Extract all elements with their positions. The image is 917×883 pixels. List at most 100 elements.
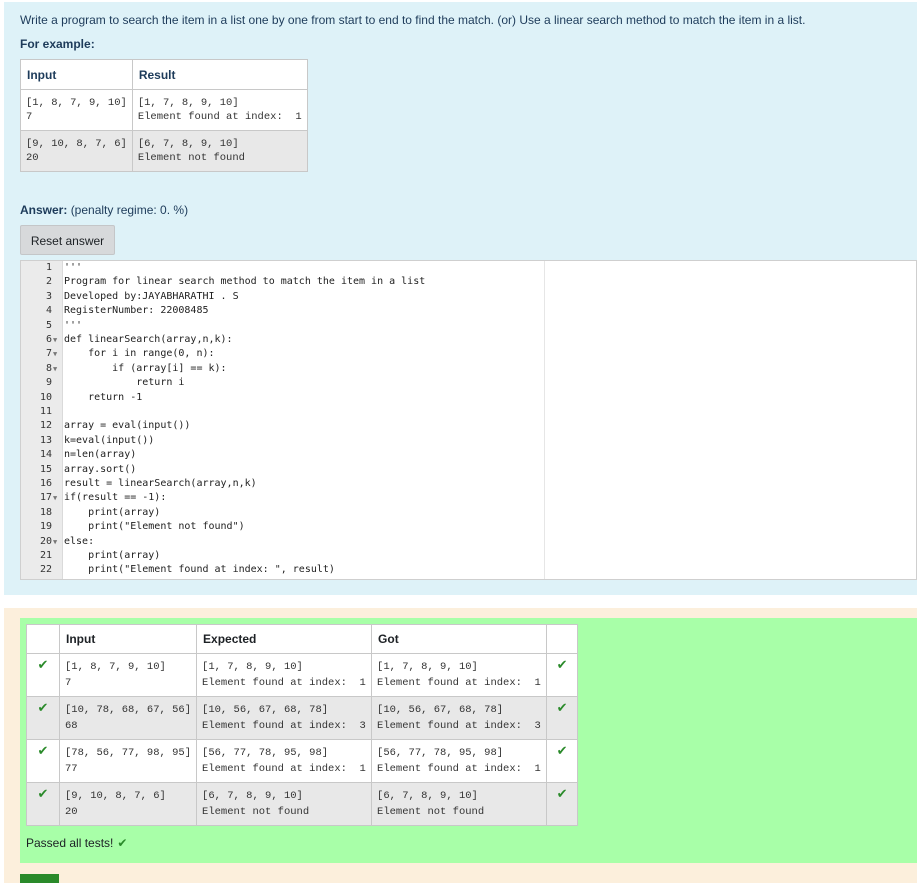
code-text: Developed by:JAYABHARATHI . S: [64, 290, 239, 302]
code-text: RegisterNumber: 22008485: [64, 305, 209, 317]
result-got: [6, 7, 8, 9, 10] Element not found: [371, 782, 548, 826]
result-row: ✔ [78, 56, 77, 98, 95] 77 [56, 77, 78, 9…: [26, 739, 579, 783]
check-icon: ✔: [117, 836, 128, 850]
line-number: 20: [39, 535, 52, 547]
result-expected: [1, 7, 8, 9, 10] Element found at index:…: [196, 653, 373, 697]
check-icon: ✔: [546, 782, 579, 826]
example-input: [9, 10, 8, 7, 6] 20: [20, 130, 133, 172]
example-result: [1, 7, 8, 9, 10] Element found at index:…: [131, 89, 308, 131]
code-text: for i in range(0, n):: [64, 348, 215, 360]
code-text: n=len(array): [64, 449, 137, 461]
examples-header-result: Result: [131, 59, 308, 90]
finish-button-edge[interactable]: [20, 874, 59, 883]
line-number: 19: [39, 521, 52, 533]
results-table: Input Expected Got ✔ [1, 8, 7, 9, 10] 7 …: [26, 624, 579, 826]
code-line[interactable]: 11: [21, 405, 916, 419]
line-number: 1: [45, 262, 52, 273]
question-panel: Write a program to search the item in a …: [4, 2, 917, 595]
code-line[interactable]: 2 Program for linear search method to mat…: [21, 275, 916, 289]
line-number: 9: [45, 377, 52, 389]
result-input: [10, 78, 68, 67, 56] 68: [58, 696, 198, 740]
code-line[interactable]: 15 array.sort(): [21, 463, 916, 477]
example-input: [1, 8, 7, 9, 10] 7: [20, 89, 133, 131]
example-result: [6, 7, 8, 9, 10] Element not found: [131, 130, 308, 172]
code-line[interactable]: 22 print("Element found at index: ", res…: [21, 563, 916, 577]
fold-arrow-icon[interactable]: ▼: [53, 347, 57, 361]
result-row: ✔ [9, 10, 8, 7, 6] 20 [6, 7, 8, 9, 10] E…: [26, 782, 579, 826]
code-text: k=eval(input()): [64, 434, 155, 446]
code-line[interactable]: 13 k=eval(input()): [21, 434, 916, 448]
code-text: ''': [64, 319, 83, 331]
line-number: 14: [39, 449, 52, 461]
code-line[interactable]: 3 Developed by:JAYABHARATHI . S: [21, 290, 916, 304]
fold-arrow-icon[interactable]: ▼: [53, 535, 57, 549]
code-line[interactable]: 20 ▼ else:: [21, 535, 916, 549]
code-line[interactable]: 4 RegisterNumber: 22008485: [21, 304, 916, 318]
code-line[interactable]: 9 return i: [21, 376, 916, 390]
result-row: ✔ [10, 78, 68, 67, 56] 68 [10, 56, 67, 6…: [26, 696, 579, 740]
code-text: print(array): [64, 550, 161, 561]
line-number: 3: [45, 290, 52, 302]
code-line[interactable]: 10 return -1: [21, 391, 916, 405]
result-expected: [56, 77, 78, 95, 98] Element found at in…: [196, 739, 373, 783]
fold-arrow-icon[interactable]: ▼: [53, 491, 57, 505]
code-line[interactable]: 14 n=len(array): [21, 448, 916, 462]
fold-arrow-icon[interactable]: ▼: [53, 333, 57, 347]
code-line[interactable]: 19 print("Element not found"): [21, 520, 916, 534]
results-header-got: Got: [371, 624, 548, 654]
reset-answer-button[interactable]: Reset answer: [20, 225, 115, 255]
passed-message: Passed all tests! ✔: [26, 836, 127, 850]
check-icon: ✔: [26, 782, 60, 826]
code-text: return i: [64, 377, 185, 389]
code-line[interactable]: 6 ▼ def linearSearch(array,n,k):: [21, 333, 916, 347]
check-icon: ✔: [26, 696, 60, 740]
line-number: 7: [45, 348, 52, 360]
result-got: [10, 56, 67, 68, 78] Element found at in…: [371, 696, 548, 740]
line-number: 15: [39, 463, 52, 475]
line-number: 21: [39, 550, 52, 561]
result-row: ✔ [1, 8, 7, 9, 10] 7 [1, 7, 8, 9, 10] El…: [26, 653, 579, 697]
code-text: if(result == -1):: [64, 492, 167, 504]
line-number: 18: [39, 506, 52, 518]
code-line[interactable]: 21 print(array): [21, 549, 916, 563]
code-text: array = eval(input()): [64, 420, 191, 432]
check-icon: ✔: [546, 739, 579, 783]
code-line[interactable]: 12 array = eval(input()): [21, 419, 916, 433]
code-text: def linearSearch(array,n,k):: [64, 334, 233, 345]
results-header-expected: Expected: [196, 624, 373, 654]
code-line[interactable]: 7 ▼ for i in range(0, n):: [21, 347, 916, 361]
code-text: print(array): [64, 506, 161, 518]
code-line[interactable]: 16 result = linearSearch(array,n,k): [21, 477, 916, 491]
code-line[interactable]: 18 print(array): [21, 506, 916, 520]
result-panel: Input Expected Got ✔ [1, 8, 7, 9, 10] 7 …: [4, 608, 917, 883]
code-line[interactable]: 17 ▼ if(result == -1):: [21, 491, 916, 505]
line-number: 4: [45, 305, 52, 317]
fold-arrow-icon[interactable]: ▼: [53, 362, 57, 376]
line-number: 10: [39, 391, 52, 403]
examples-header-input: Input: [20, 59, 133, 90]
answer-title: Answer:: [20, 203, 68, 217]
for-example-label: For example:: [20, 37, 95, 51]
code-editor[interactable]: 1 ''' 2 Program for linear search method to…: [20, 260, 917, 580]
results-header-input: Input: [58, 624, 198, 654]
line-number: 17: [39, 492, 52, 504]
line-number: 12: [39, 420, 52, 432]
example-row: [1, 8, 7, 9, 10] 7 [1, 7, 8, 9, 10] Elem…: [20, 89, 308, 131]
results-header-mark: [546, 624, 579, 654]
code-text: array.sort(): [64, 463, 137, 475]
code-line[interactable]: 5 ''': [21, 319, 916, 333]
code-text: result = linearSearch(array,n,k): [64, 478, 257, 489]
line-number: 16: [39, 478, 52, 489]
code-text: Program for linear search method to matc…: [64, 276, 426, 288]
code-text: print("Element not found"): [64, 521, 245, 533]
example-row: [9, 10, 8, 7, 6] 20 [6, 7, 8, 9, 10] Ele…: [20, 130, 308, 172]
code-line[interactable]: 1 ''': [21, 261, 916, 275]
line-number: 6: [45, 334, 52, 345]
check-icon: ✔: [26, 653, 60, 697]
code-text: else:: [64, 535, 95, 547]
code-line[interactable]: 8 ▼ if (array[i] == k):: [21, 362, 916, 376]
test-results: Input Expected Got ✔ [1, 8, 7, 9, 10] 7 …: [20, 618, 917, 863]
question-text: Write a program to search the item in a …: [20, 13, 806, 27]
result-expected: [10, 56, 67, 68, 78] Element found at in…: [196, 696, 373, 740]
results-header-status: [26, 624, 60, 654]
